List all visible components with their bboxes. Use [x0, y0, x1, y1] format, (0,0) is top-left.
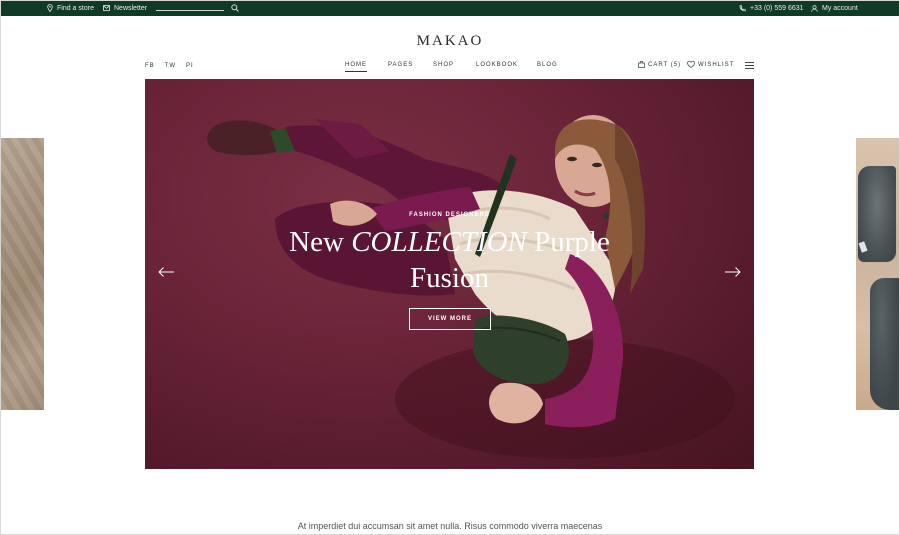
- nav-item-lookbook[interactable]: LOOKBOOK: [476, 62, 518, 68]
- site-logo[interactable]: MAKAO: [0, 33, 900, 50]
- previous-slide-preview[interactable]: [1, 138, 44, 410]
- nav-item-home[interactable]: HOME: [345, 62, 367, 72]
- phone-link[interactable]: +33 (0) 559 6631: [739, 0, 804, 16]
- top-bar: Find a store Newsletter +33 (0) 559 6631…: [0, 0, 900, 16]
- search-icon: [231, 4, 239, 12]
- cart-link[interactable]: CART (5): [638, 61, 681, 68]
- hero-headline: New COLLECTION Purple Fusion: [145, 224, 754, 296]
- nav-item-blog[interactable]: BLOG: [537, 62, 558, 68]
- nav-item-pages[interactable]: PAGES: [388, 62, 413, 68]
- headline-line2: Fusion: [410, 262, 489, 294]
- intro-text: At imperdiet dui accumsan sit amet nulla…: [297, 521, 603, 531]
- hero-slider: FASHION DESIGNERS New COLLECTION Purple …: [145, 79, 754, 469]
- wishlist-label: WISHLIST: [698, 61, 735, 68]
- newsletter-label: Newsletter: [114, 4, 148, 12]
- phone-icon: [739, 4, 746, 11]
- menu-icon[interactable]: [745, 62, 754, 69]
- headline-part1: New: [289, 226, 352, 258]
- cart-label: CART (5): [648, 61, 682, 68]
- social-links: FB TW PI: [145, 63, 194, 69]
- social-link-facebook[interactable]: FB: [145, 63, 155, 69]
- find-store-label: Find a store: [57, 4, 94, 12]
- envelope-icon: [103, 5, 110, 11]
- shopping-bag-icon: [638, 61, 645, 68]
- headline-italic: COLLECTION: [351, 226, 527, 258]
- wishlist-link[interactable]: WISHLIST: [687, 61, 734, 68]
- phone-number: +33 (0) 559 6631: [750, 4, 804, 12]
- nav-item-shop[interactable]: SHOP: [433, 62, 454, 68]
- social-link-twitter[interactable]: TW: [165, 63, 176, 69]
- arrow-left-icon[interactable]: [157, 266, 175, 278]
- search-button[interactable]: [231, 0, 239, 16]
- next-slide-preview[interactable]: [856, 138, 899, 410]
- arrow-right-icon[interactable]: [724, 266, 742, 278]
- my-account-link[interactable]: My account: [811, 0, 858, 16]
- heart-icon: [687, 61, 695, 68]
- find-store-link[interactable]: Find a store: [47, 0, 94, 16]
- search-input[interactable]: [156, 10, 224, 11]
- hero-eyebrow: FASHION DESIGNERS: [409, 212, 490, 218]
- newsletter-link[interactable]: Newsletter: [103, 0, 147, 16]
- social-link-pinterest[interactable]: PI: [186, 63, 194, 69]
- headline-part2: Purple: [526, 226, 610, 258]
- view-more-button[interactable]: VIEW MORE: [409, 308, 491, 330]
- user-icon: [811, 4, 818, 12]
- location-pin-icon: [47, 4, 53, 12]
- my-account-label: My account: [822, 4, 858, 12]
